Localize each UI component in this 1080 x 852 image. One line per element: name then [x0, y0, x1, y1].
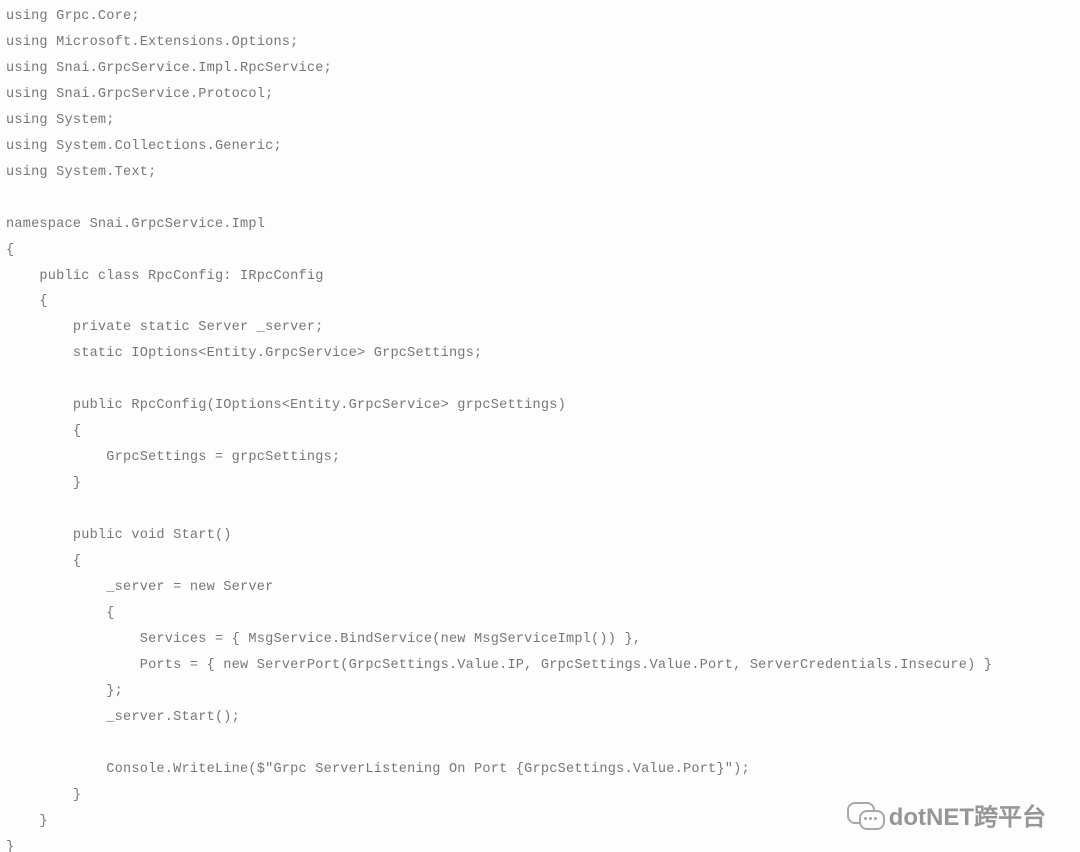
code-block: using Grpc.Core; using Microsoft.Extensi…	[0, 0, 1080, 852]
